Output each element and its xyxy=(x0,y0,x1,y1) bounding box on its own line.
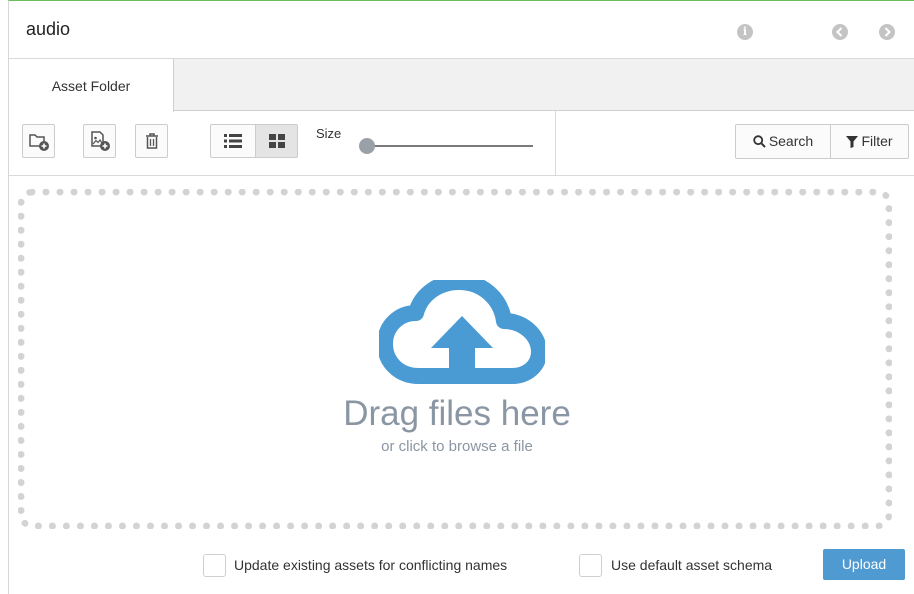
new-asset-button[interactable] xyxy=(83,124,116,158)
upload-button[interactable]: Upload xyxy=(823,549,905,580)
panel-header: audio i xyxy=(9,1,914,59)
tab-bar: Asset Folder xyxy=(9,59,914,112)
new-folder-button[interactable] xyxy=(22,124,55,158)
toolbar-divider xyxy=(555,111,556,175)
cloud-upload-icon xyxy=(379,280,545,384)
list-view-button[interactable] xyxy=(210,124,256,158)
list-view-icon xyxy=(224,134,242,148)
toolbar: Size Search Filter xyxy=(9,111,914,176)
filter-label: Filter xyxy=(861,133,893,149)
update-conflicting-checkbox[interactable] xyxy=(203,554,226,577)
delete-button[interactable] xyxy=(135,124,168,158)
new-folder-icon xyxy=(28,134,49,151)
arrow-right-circle-icon[interactable] xyxy=(879,24,895,40)
filter-icon xyxy=(846,136,859,148)
default-schema-label[interactable]: Use default asset schema xyxy=(611,557,772,573)
arrow-left-circle-icon[interactable] xyxy=(832,24,848,40)
page-title: audio xyxy=(26,19,71,39)
grid-view-icon xyxy=(268,134,285,148)
size-slider-handle[interactable] xyxy=(359,138,375,154)
search-icon xyxy=(753,135,766,148)
default-schema-checkbox[interactable] xyxy=(579,554,602,577)
filter-button[interactable]: Filter xyxy=(830,124,909,159)
browse-file-link[interactable]: or click to browse a file xyxy=(0,438,914,455)
drag-files-title: Drag files here xyxy=(343,394,571,433)
update-conflicting-label[interactable]: Update existing assets for conflicting n… xyxy=(234,557,507,573)
tab-asset-folder[interactable]: Asset Folder xyxy=(9,59,174,112)
new-asset-icon xyxy=(90,131,110,151)
size-label: Size xyxy=(316,126,342,141)
info-icon[interactable]: i xyxy=(737,24,753,40)
grid-view-button[interactable] xyxy=(255,124,298,158)
search-label: Search xyxy=(768,133,814,149)
search-button[interactable]: Search xyxy=(735,124,831,159)
trash-icon xyxy=(145,133,158,149)
size-slider-track[interactable] xyxy=(367,145,533,147)
